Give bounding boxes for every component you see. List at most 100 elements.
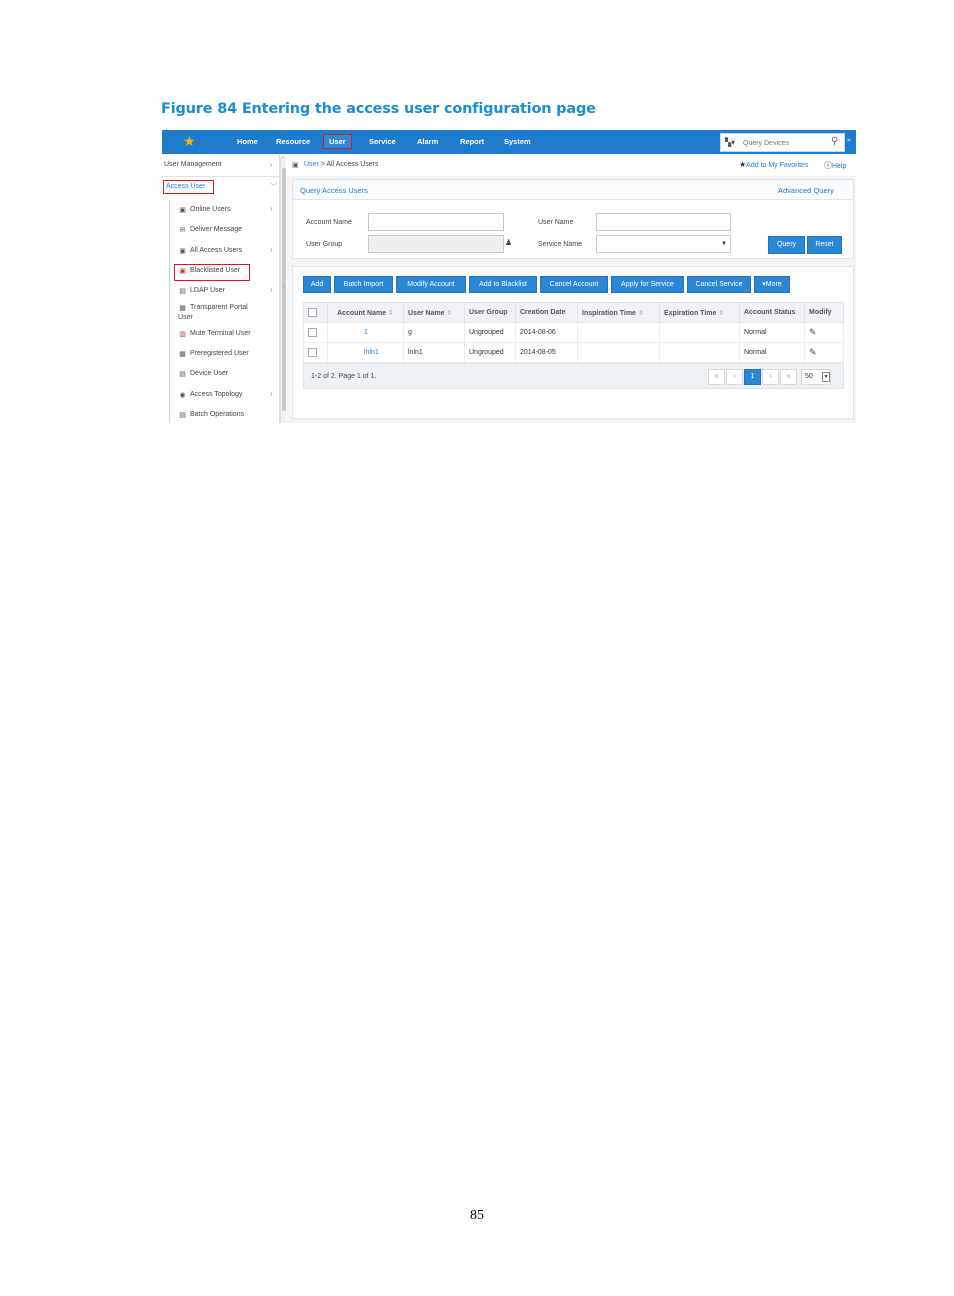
table-row[interactable]: 1 g Ungrouped 2014-08-06 Normal ✎ xyxy=(303,322,844,343)
device-type-icon[interactable]: ▚▾ xyxy=(725,138,735,147)
sidebar-item-transparent-portal-user[interactable]: ▦ Transparent Portal User xyxy=(178,303,262,322)
device-search-input[interactable] xyxy=(743,137,829,149)
account-status-cell: Normal xyxy=(739,342,805,363)
sidebar-item-deliver-message[interactable]: ✉ Deliver Message xyxy=(178,225,264,235)
favorites-star-icon[interactable]: ★ xyxy=(183,133,196,149)
user-name-cell: g xyxy=(403,322,465,343)
chevron-right-icon[interactable]: › xyxy=(270,204,273,213)
chevron-right-icon[interactable]: › xyxy=(270,285,273,294)
modify-account-button[interactable]: Modify Account xyxy=(396,276,466,293)
sidebar-item-blacklisted-user[interactable]: ▣ Blacklisted User xyxy=(178,266,264,276)
sidebar-item-ldap-user[interactable]: ▤ LDAP User xyxy=(178,286,264,296)
account-status-cell: Normal xyxy=(739,322,805,343)
apply-for-service-button[interactable]: Apply for Service xyxy=(611,276,684,293)
add-to-blacklist-button[interactable]: Add to Blacklist xyxy=(469,276,537,293)
search-icon[interactable]: ⚲ xyxy=(831,136,838,147)
next-page-button[interactable]: › xyxy=(762,369,779,385)
select-all-checkbox[interactable] xyxy=(308,308,317,317)
chevron-down-icon[interactable]: ▼ xyxy=(721,241,727,247)
breadcrumb-user-link[interactable]: User xyxy=(304,161,319,168)
column-expiration-time[interactable]: Expiration Time ⇳ xyxy=(659,302,740,323)
terminal-icon: ▥ xyxy=(179,331,186,338)
query-button[interactable]: Query xyxy=(768,236,805,254)
chevron-down-icon[interactable]: » xyxy=(847,137,851,144)
column-account-status[interactable]: Account Status xyxy=(739,302,805,323)
edit-icon[interactable]: ✎ xyxy=(809,347,817,357)
sidebar-header[interactable]: User Management xyxy=(164,161,222,168)
sidebar-section-access-user[interactable]: Access User xyxy=(163,180,214,194)
current-page-button[interactable]: 1 xyxy=(744,369,761,385)
edit-icon[interactable]: ✎ xyxy=(809,327,817,337)
add-to-favorites-link[interactable]: ★Add to My Favorites xyxy=(739,160,808,169)
query-panel: Query Access Users Advanced Query Accoun… xyxy=(292,179,854,259)
cancel-account-button[interactable]: Cancel Account xyxy=(540,276,608,293)
sidebar-item-label: Transparent Portal User xyxy=(178,304,248,321)
nav-service[interactable]: Service xyxy=(369,136,396,147)
last-page-button[interactable]: » xyxy=(780,369,797,385)
sidebar-item-all-access-users[interactable]: ▣ All Access Users xyxy=(178,246,264,256)
nav-report[interactable]: Report xyxy=(460,136,484,147)
add-button[interactable]: Add xyxy=(303,276,331,293)
row-checkbox[interactable] xyxy=(308,348,317,357)
chevron-down-icon[interactable]: ▼ xyxy=(822,372,830,382)
account-name-link[interactable]: 1 xyxy=(364,329,368,336)
column-creation-date[interactable]: Creation Date xyxy=(515,302,578,323)
chevron-right-icon[interactable]: › xyxy=(270,389,273,398)
first-page-button[interactable]: « xyxy=(708,369,725,385)
account-name-input[interactable] xyxy=(368,213,504,231)
more-button[interactable]: ▾More xyxy=(754,276,790,293)
splitter-handle[interactable]: ⁞ xyxy=(283,284,284,290)
table-header-row: Account Name ⇳ User Name ⇳ User Group Cr… xyxy=(303,302,844,323)
sidebar-scrollbar[interactable] xyxy=(280,158,286,423)
help-label: Help xyxy=(832,163,847,170)
query-panel-header: Query Access Users Advanced Query xyxy=(293,180,853,200)
sidebar-item-label: Preregistered User xyxy=(190,350,249,357)
modify-cell: ✎ xyxy=(804,322,844,343)
creation-date-cell: 2014-08-05 xyxy=(515,342,578,363)
chevron-down-icon: ﹀ xyxy=(270,184,277,191)
row-checkbox[interactable] xyxy=(308,328,317,337)
users-icon: ▣ xyxy=(179,248,186,255)
user-group-cell: Ungrouped xyxy=(464,342,516,363)
sidebar-item-label: Blacklisted User xyxy=(190,267,241,274)
sidebar-item-online-users[interactable]: ▣ Online Users xyxy=(178,205,264,215)
inspiration-time-cell xyxy=(577,342,660,363)
sidebar-item-access-topology[interactable]: ◉ Access Topology xyxy=(178,390,264,400)
user-name-input[interactable] xyxy=(596,213,731,231)
service-name-select[interactable] xyxy=(596,235,731,253)
nav-user[interactable]: User xyxy=(329,136,346,147)
sidebar-item-preregistered-user[interactable]: ▦ Preregistered User xyxy=(178,349,264,359)
sidebar-item-device-user[interactable]: ▤ Device User xyxy=(178,369,264,379)
prev-page-button[interactable]: ‹ xyxy=(726,369,743,385)
nav-alarm[interactable]: Alarm xyxy=(417,136,438,147)
cancel-service-button[interactable]: Cancel Service xyxy=(687,276,751,293)
advanced-query-link[interactable]: Advanced Query xyxy=(778,186,834,195)
reset-button[interactable]: Reset xyxy=(807,236,842,254)
user-group-input[interactable] xyxy=(368,235,504,253)
modify-cell: ✎ xyxy=(804,342,844,363)
sort-icon: ⇳ xyxy=(718,309,725,317)
column-label: User Group xyxy=(469,309,508,316)
batch-import-button[interactable]: Batch Import xyxy=(334,276,393,293)
account-name-cell: lnln1 xyxy=(327,342,404,363)
column-user-name[interactable]: User Name ⇳ xyxy=(403,302,465,323)
nav-home[interactable]: Home xyxy=(237,136,258,147)
column-inspiration-time[interactable]: Inspiration Time ⇳ xyxy=(577,302,660,323)
nav-resource[interactable]: Resource xyxy=(276,136,310,147)
account-name-link[interactable]: lnln1 xyxy=(364,349,379,356)
sidebar-item-label: Deliver Message xyxy=(190,226,243,233)
chevron-right-icon[interactable]: › xyxy=(270,245,273,254)
sidebar-item-mute-terminal-user[interactable]: ▥ Mute Terminal User xyxy=(178,329,264,339)
nav-system[interactable]: System xyxy=(504,136,531,147)
group-select-icon[interactable]: ♟ xyxy=(505,238,512,247)
column-account-name[interactable]: Account Name ⇳ xyxy=(327,302,404,323)
help-link[interactable]: ⓘHelp xyxy=(824,160,846,171)
topology-icon: ◉ xyxy=(179,392,186,399)
sidebar-item-label: Batch Operations xyxy=(190,411,245,418)
column-label: Account Status xyxy=(744,309,796,316)
column-user-group[interactable]: User Group xyxy=(464,302,516,323)
sidebar-item-batch-operations[interactable]: ▤ Batch Operations xyxy=(178,410,264,420)
sidebar-item-label: Mute Terminal User xyxy=(190,330,251,337)
table-row[interactable]: lnln1 lnln1 Ungrouped 2014-08-05 Normal … xyxy=(303,342,844,363)
online-users-icon: ▣ xyxy=(179,207,186,214)
